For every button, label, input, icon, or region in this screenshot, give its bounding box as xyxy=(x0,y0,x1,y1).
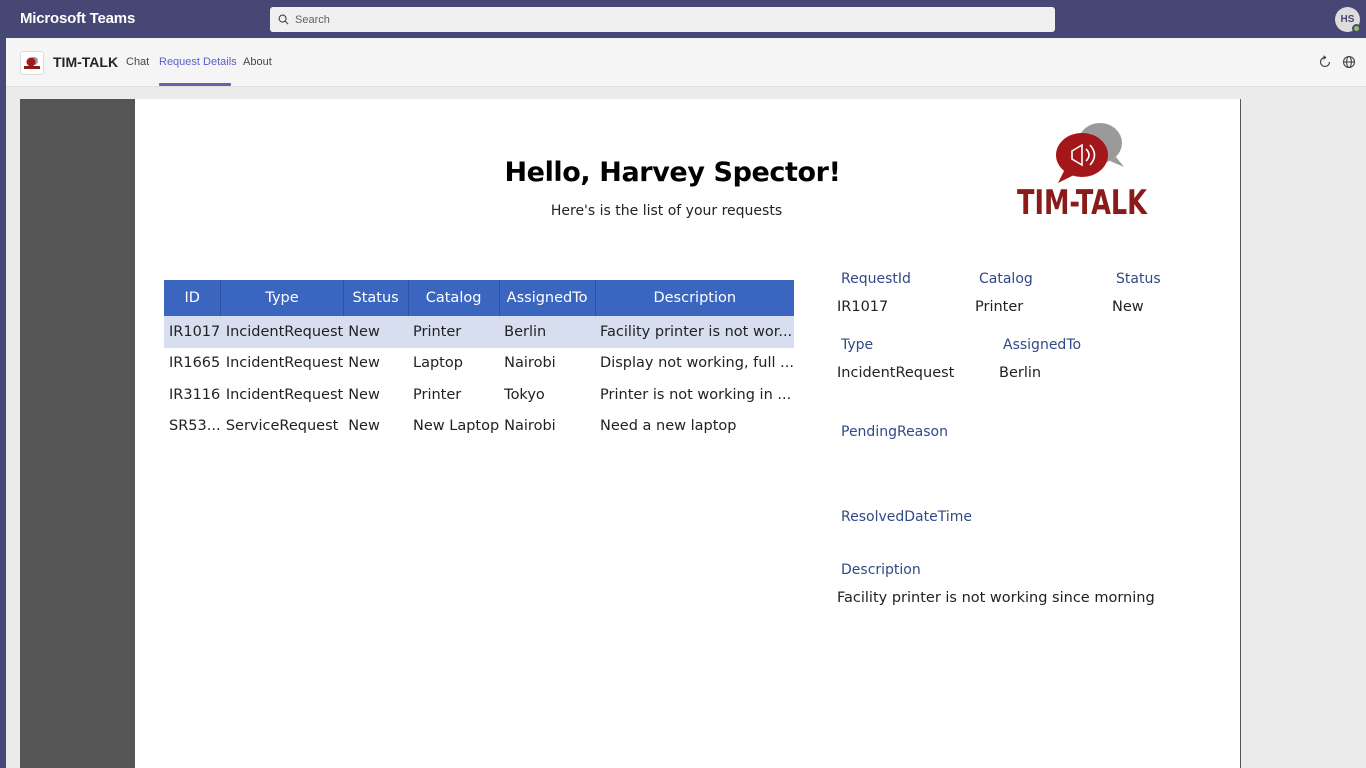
cell-assignedto: Tokyo xyxy=(504,386,545,403)
avatar[interactable]: HS xyxy=(1335,7,1361,33)
detail-value-description: Facility printer is not working since mo… xyxy=(837,590,1155,606)
cell-type: ServiceRequest xyxy=(225,418,339,435)
tab-chat[interactable]: Chat xyxy=(126,56,149,68)
logo-wordmark: TIM-TALK xyxy=(1017,183,1148,217)
presence-available-icon xyxy=(1352,24,1361,33)
detail-label-resolveddatetime: ResolvedDateTime xyxy=(841,509,972,525)
teams-title-bar: Microsoft Teams Search HS xyxy=(0,0,1366,38)
cell-description: Need a new laptop xyxy=(600,418,737,435)
column-header-status[interactable]: Status xyxy=(343,280,409,316)
detail-label-assignedto: AssignedTo xyxy=(1003,337,1082,353)
tab-about[interactable]: About xyxy=(243,56,272,68)
cell-status: New xyxy=(348,386,380,403)
detail-label-type: Type xyxy=(841,337,874,353)
detail-value-catalog: Printer xyxy=(975,299,1024,315)
cell-type: IncidentRequest xyxy=(225,355,344,372)
requests-table: ID Type Status Catalog AssignedTo Descri… xyxy=(164,280,794,442)
cell-assignedto: Nairobi xyxy=(504,355,556,372)
detail-value-type: IncidentRequest xyxy=(837,365,955,381)
cell-id: IR3116 xyxy=(169,386,221,403)
detail-label-description: Description xyxy=(841,562,921,578)
table-header-row: ID Type Status Catalog AssignedTo Descri… xyxy=(164,280,794,316)
cell-description: Printer is not working in ... xyxy=(600,386,792,403)
detail-label-pendingreason: PendingReason xyxy=(841,424,948,440)
cell-type: IncidentRequest xyxy=(225,386,344,403)
globe-icon[interactable] xyxy=(1342,55,1356,69)
column-header-type[interactable]: Type xyxy=(220,280,344,316)
cell-status: New xyxy=(348,355,380,372)
search-placeholder: Search xyxy=(295,13,330,26)
search-icon xyxy=(278,14,289,25)
detail-label-status: Status xyxy=(1116,271,1161,287)
app-name: Microsoft Teams xyxy=(20,10,136,27)
cell-catalog: Printer xyxy=(413,386,462,403)
tab-request-details[interactable]: Request Details xyxy=(159,56,237,68)
search-box[interactable]: Search xyxy=(270,7,1055,32)
column-header-description[interactable]: Description xyxy=(595,280,794,316)
column-header-id[interactable]: ID xyxy=(164,280,222,316)
cell-status: New xyxy=(348,418,380,435)
cell-type: IncidentRequest xyxy=(220,316,344,348)
refresh-icon[interactable] xyxy=(1318,55,1332,69)
table-row[interactable]: IR1017 IncidentRequest New Printer Berli… xyxy=(164,316,794,348)
left-rail xyxy=(0,38,6,768)
detail-value-assignedto: Berlin xyxy=(999,365,1042,381)
cell-catalog: Laptop xyxy=(413,355,463,372)
tim-talk-logo: TIM-TALK xyxy=(1017,123,1148,217)
table-row[interactable]: IR3116 IncidentRequest New Printer Tokyo… xyxy=(164,379,794,411)
table-row[interactable]: SR53... ServiceRequest New New Laptop Na… xyxy=(164,411,794,443)
column-header-assignedto[interactable]: AssignedTo xyxy=(499,280,596,316)
table-row[interactable]: IR1665 IncidentRequest New Laptop Nairob… xyxy=(164,348,794,380)
app-logo-icon xyxy=(20,51,44,75)
cell-description: Facility printer is not wor... xyxy=(595,316,794,348)
cell-id: SR53... xyxy=(169,418,221,435)
column-header-catalog[interactable]: Catalog xyxy=(408,280,500,316)
active-tab-indicator xyxy=(159,83,231,86)
detail-value-requestid: IR1017 xyxy=(837,299,889,315)
cell-status: New xyxy=(343,316,408,348)
cell-id: IR1017 xyxy=(164,316,221,348)
app-title: TIM-TALK xyxy=(53,54,119,70)
cell-id: IR1665 xyxy=(169,355,221,372)
app-header: TIM-TALK Chat Request Details About xyxy=(6,38,1366,87)
cell-assignedto: Berlin xyxy=(499,316,596,348)
detail-value-status: New xyxy=(1112,299,1144,315)
avatar-initials: HS xyxy=(1340,14,1355,25)
request-details-page: Hello, Harvey Spector! Here's is the lis… xyxy=(135,99,1240,768)
cell-description: Display not working, full ... xyxy=(600,355,794,372)
detail-label-catalog: Catalog xyxy=(979,271,1033,287)
cell-catalog: New Laptop xyxy=(413,418,500,435)
cell-assignedto: Nairobi xyxy=(504,418,556,435)
cell-catalog: Printer xyxy=(408,316,500,348)
detail-label-requestid: RequestId xyxy=(841,271,911,287)
